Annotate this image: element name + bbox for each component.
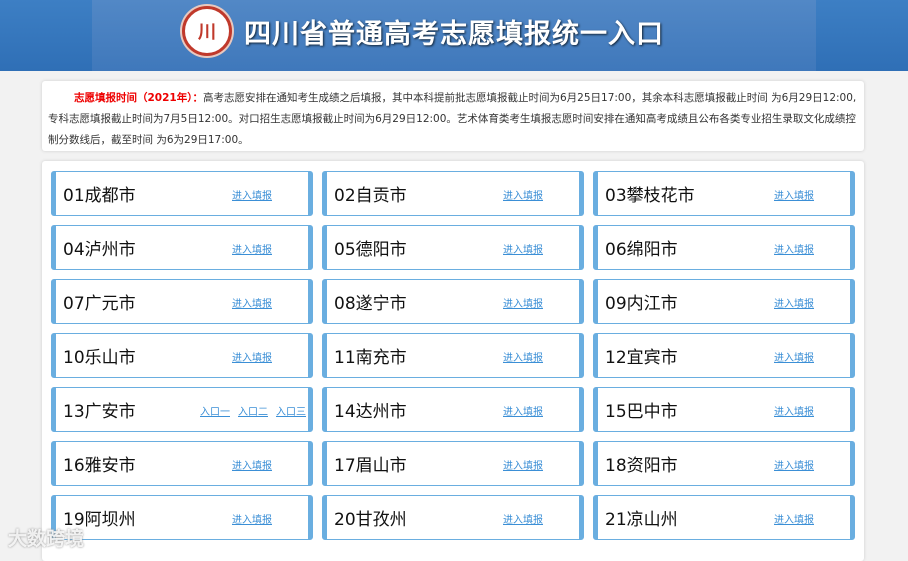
city-name: 04泸州市 [63,240,136,260]
city-card: 07广元市 进入填报 [51,279,313,324]
entry-links: 进入填报 [232,241,272,256]
entry-links: 进入填报 [774,403,814,418]
entry-link[interactable]: 进入填报 [774,403,814,418]
city-card: 06绵阳市 进入填报 [593,225,855,270]
city-card: 21凉山州 进入填报 [593,495,855,540]
entry-links: 进入填报 [774,457,814,472]
entry-links: 进入填报 [232,187,272,202]
entry-links: 进入填报 [503,241,543,256]
city-card: 16雅安市 进入填报 [51,441,313,486]
entry-links: 进入填报 [774,511,814,526]
entry-link[interactable]: 进入填报 [774,187,814,202]
notice-label: 志愿填报时间（2021年）： [74,92,203,104]
entry-links: 进入填报 [232,349,272,364]
city-name: 14达州市 [334,402,407,422]
entry-link[interactable]: 进入填报 [774,349,814,364]
header: 川 四川省普通高考志愿填报统一入口 [0,0,908,71]
entry-links: 入口一 入口二 入口三 [200,403,306,418]
city-card: 20甘孜州 进入填报 [322,495,584,540]
entry-link[interactable]: 进入填报 [232,187,272,202]
city-card: 01成都市 进入填报 [51,171,313,216]
entry-link[interactable]: 进入填报 [503,511,543,526]
page-title: 四川省普通高考志愿填报统一入口 [244,19,664,50]
entry-links: 进入填报 [774,187,814,202]
city-name: 17眉山市 [334,456,407,476]
city-name: 13广安市 [63,402,136,422]
entry-link[interactable]: 进入填报 [774,457,814,472]
entry-link[interactable]: 进入填报 [232,511,272,526]
entry-link[interactable]: 进入填报 [503,241,543,256]
entry-links: 进入填报 [503,349,543,364]
city-card: 15巴中市 进入填报 [593,387,855,432]
entry-links: 进入填报 [774,295,814,310]
entry-links: 进入填报 [503,511,543,526]
city-name: 20甘孜州 [334,510,407,530]
city-card: 09内江市 进入填报 [593,279,855,324]
entry-link[interactable]: 进入填报 [232,241,272,256]
logo-text: 川 [198,22,216,43]
entry-link[interactable]: 进入填报 [232,349,272,364]
city-card: 14达州市 进入填报 [322,387,584,432]
city-card: 02自贡市 进入填报 [322,171,584,216]
city-name: 10乐山市 [63,348,136,368]
city-name: 06绵阳市 [605,240,678,260]
entry-link[interactable]: 进入填报 [503,403,543,418]
city-name: 07广元市 [63,294,136,314]
entry-links: 进入填报 [503,403,543,418]
entry-link[interactable]: 进入填报 [774,241,814,256]
city-card: 05德阳市 进入填报 [322,225,584,270]
entry-links: 进入填报 [503,457,543,472]
city-name: 09内江市 [605,294,678,314]
city-name: 01成都市 [63,186,136,206]
city-name: 18资阳市 [605,456,678,476]
city-name: 15巴中市 [605,402,678,422]
entry-link[interactable]: 进入填报 [232,295,272,310]
entry-links: 进入填报 [232,457,272,472]
city-card: 03攀枝花市 进入填报 [593,171,855,216]
entry-link[interactable]: 入口一 [200,403,230,418]
city-name: 16雅安市 [63,456,136,476]
city-name: 02自贡市 [334,186,407,206]
city-card: 11南充市 进入填报 [322,333,584,378]
city-card: 18资阳市 进入填报 [593,441,855,486]
watermark: 大数跨境 [8,528,85,550]
entry-link[interactable]: 进入填报 [503,295,543,310]
city-card: 17眉山市 进入填报 [322,441,584,486]
emblem-logo: 川 [182,6,232,56]
entry-links: 进入填报 [774,349,814,364]
city-card: 04泸州市 进入填报 [51,225,313,270]
entry-link[interactable]: 进入填报 [503,349,543,364]
city-name: 11南充市 [334,348,407,368]
entry-links: 进入填报 [503,187,543,202]
entry-link[interactable]: 进入填报 [774,295,814,310]
city-name: 08遂宁市 [334,294,407,314]
entry-links: 进入填报 [503,295,543,310]
notice-box: 志愿填报时间（2021年）：高考志愿安排在通知考生成绩之后填报，其中本科提前批志… [42,81,864,151]
entry-link[interactable]: 进入填报 [503,457,543,472]
city-name: 05德阳市 [334,240,407,260]
city-name: 03攀枝花市 [605,186,695,206]
entry-link[interactable]: 进入填报 [774,511,814,526]
entry-link[interactable]: 入口三 [276,403,306,418]
city-card: 12宜宾市 进入填报 [593,333,855,378]
entry-links: 进入填报 [774,241,814,256]
entry-links: 进入填报 [232,511,272,526]
entry-link[interactable]: 进入填报 [503,187,543,202]
city-name: 21凉山州 [605,510,678,530]
city-card: 13广安市 入口一 入口二 入口三 [51,387,313,432]
entry-links: 进入填报 [232,295,272,310]
entry-link[interactable]: 入口二 [238,403,268,418]
city-card: 08遂宁市 进入填报 [322,279,584,324]
city-name: 12宜宾市 [605,348,678,368]
city-card: 19阿坝州 进入填报 [51,495,313,540]
city-card: 10乐山市 进入填报 [51,333,313,378]
entry-link[interactable]: 进入填报 [232,457,272,472]
